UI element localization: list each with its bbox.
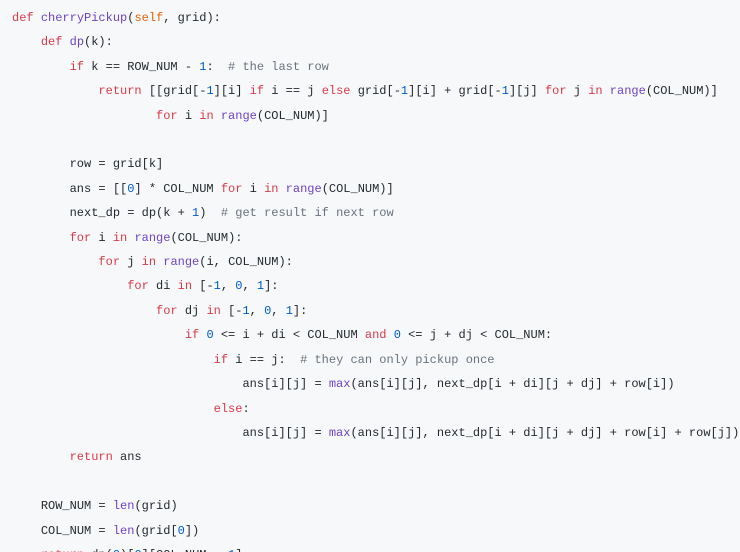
code-line: row = grid[k] (12, 157, 163, 171)
code-block: def cherryPickup(self, grid): def dp(k):… (0, 0, 740, 552)
code-line: return [[grid[-1][i] if i == j else grid… (12, 84, 718, 98)
code-line: def cherryPickup(self, grid): (12, 11, 221, 25)
code-line: ROW_NUM = len(grid) (12, 499, 178, 513)
code-line: COL_NUM = len(grid[0]) (12, 524, 199, 538)
code-line (12, 475, 19, 489)
code-line: return ans (12, 450, 142, 464)
code-line: for di in [-1, 0, 1]: (12, 279, 278, 293)
code-line: return dp(0)[0][COL_NUM - 1] (12, 548, 242, 552)
code-line: def dp(k): (12, 35, 113, 49)
code-line: if k == ROW_NUM - 1: # the last row (12, 60, 329, 74)
code-line: for dj in [-1, 0, 1]: (12, 304, 307, 318)
code-line: for i in range(COL_NUM)] (12, 109, 329, 123)
code-line: if 0 <= i + di < COL_NUM and 0 <= j + dj… (12, 328, 552, 342)
code-line: ans[i][j] = max(ans[i][j], next_dp[i + d… (12, 377, 675, 391)
code-line: for j in range(i, COL_NUM): (12, 255, 293, 269)
code-line: ans[i][j] = max(ans[i][j], next_dp[i + d… (12, 426, 739, 440)
code-line: ans = [[0] * COL_NUM for i in range(COL_… (12, 182, 394, 196)
code-line (12, 133, 19, 147)
code-line: for i in range(COL_NUM): (12, 231, 242, 245)
code-line: else: (12, 402, 250, 416)
code-line: next_dp = dp(k + 1) # get result if next… (12, 206, 394, 220)
code-line: if i == j: # they can only pickup once (12, 353, 495, 367)
